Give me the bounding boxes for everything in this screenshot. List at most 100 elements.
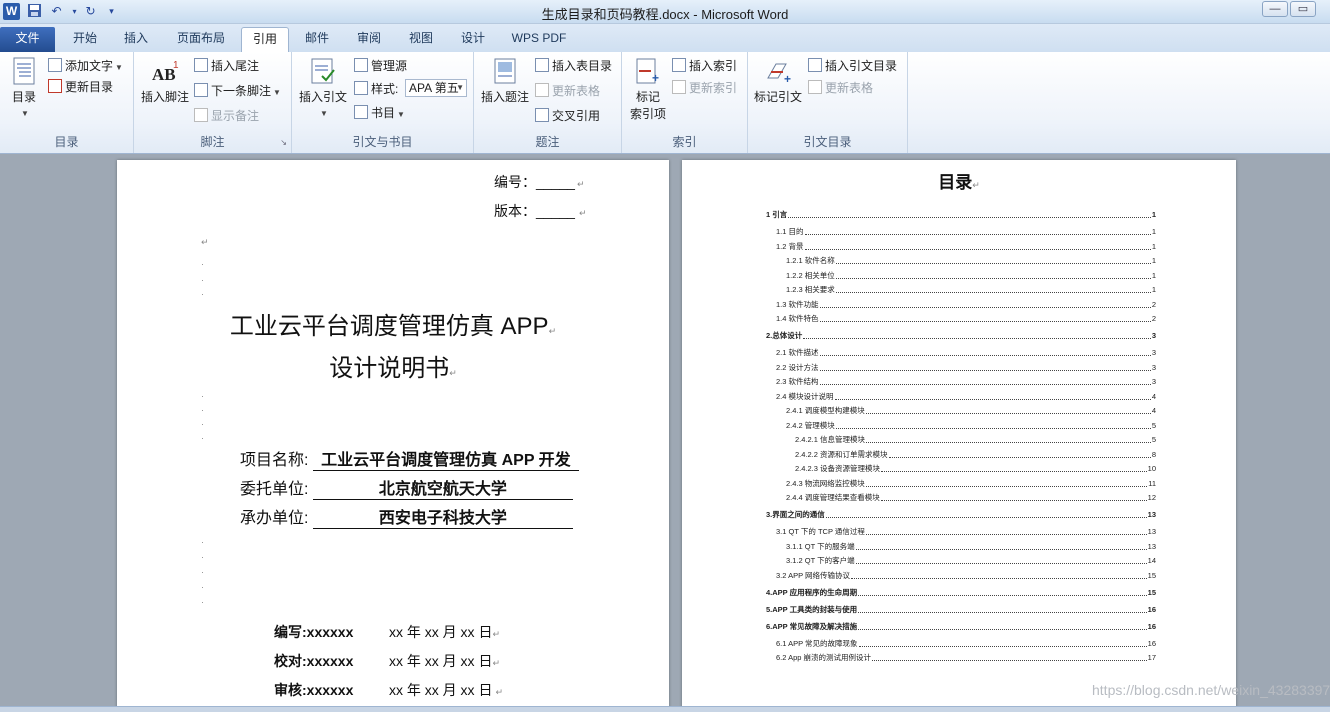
paragraph-mark: ↵ — [449, 368, 457, 378]
signoff-row-review[interactable]: 审核:xxxxxx xx 年 xx 月 xx 日 ↵ — [274, 680, 503, 700]
toc-entry[interactable]: 2.4.2.1 信息管理模块 5 — [795, 435, 1156, 445]
paragraph-mark: · — [201, 289, 204, 299]
tab-file[interactable]: 文件 — [0, 27, 55, 52]
insert-caption-button[interactable]: 插入题注 — [478, 56, 532, 105]
chevron-down-icon: ▼ — [320, 109, 328, 118]
insert-citation-button[interactable]: 插入引文 ▼ — [296, 56, 350, 119]
signoff-row-author[interactable]: 编写:xxxxxx xx 年 xx 月 xx 日↵ — [274, 622, 500, 642]
tab-mailings[interactable]: 邮件 — [294, 27, 340, 52]
toc-entry[interactable]: 2.3 软件结构 3 — [776, 377, 1156, 387]
toc-entry-page: 2 — [1151, 300, 1156, 309]
signoff-row-proofread[interactable]: 校对:xxxxxx xx 年 xx 月 xx 日↵ — [274, 651, 500, 671]
tab-design[interactable]: 设计 — [450, 27, 496, 52]
toc-entry[interactable]: 2.总体设计 3 — [766, 331, 1156, 341]
toc-entry[interactable]: 2.4.2.3 设备资源管理模块 10 — [795, 464, 1156, 474]
toc-entry[interactable]: 2.4.3 物流网络监控模块 11 — [786, 479, 1156, 489]
toc-entry-page: 13 — [1147, 527, 1156, 536]
next-footnote-button[interactable]: 下一条脚注 ▼ — [194, 81, 281, 101]
manage-sources-button[interactable]: 管理源 — [354, 56, 407, 76]
insert-table-of-figures-button[interactable]: 插入表目录 — [535, 56, 612, 76]
bibliography-button[interactable]: 书目 ▼ — [354, 103, 405, 123]
toc-entry[interactable]: 3.1.2 QT 下的客户端 14 — [786, 556, 1156, 566]
toc-entry[interactable]: 1 引言 1 — [766, 210, 1156, 220]
toc-entry[interactable]: 2.4 模块设计说明 4 — [776, 392, 1156, 402]
mark-citation-button[interactable]: + 标记引文 — [752, 56, 804, 105]
update-table-label: 更新表格 — [552, 84, 601, 98]
toc-entry[interactable]: 3.1.1 QT 下的服务端 13 — [786, 542, 1156, 552]
citation-style-select[interactable]: APA 第五 ▼ — [405, 79, 467, 97]
toc-entry-text: 6.2 App 崩溃的测试用例设计 — [776, 653, 872, 662]
toc-entry[interactable]: 6.APP 常见故障及解决措施 16 — [766, 622, 1156, 632]
minimize-button[interactable]: — — [1262, 1, 1288, 17]
tab-review[interactable]: 审阅 — [346, 27, 392, 52]
signoff-date-text: xx 年 xx 月 xx 日 — [389, 624, 493, 640]
toc-entry[interactable]: 1.2.2 相关单位 1 — [786, 271, 1156, 281]
group-label-authorities: 引文目录 — [803, 135, 852, 149]
document-version-field[interactable]: 版本：_____ ↵ — [494, 201, 586, 221]
contractor-row[interactable]: 承办单位: 西安电子科技大学 — [240, 504, 573, 529]
cross-reference-button[interactable]: 交叉引用 — [535, 106, 600, 126]
svg-text:+: + — [652, 71, 659, 85]
toc-entry[interactable]: 1.2.3 相关要求 1 — [786, 285, 1156, 295]
add-text-button[interactable]: 添加文字 ▼ — [48, 56, 123, 76]
toc-entry[interactable]: 2.4.2 管理模块 5 — [786, 421, 1156, 431]
update-index-button[interactable]: 更新索引 — [672, 78, 737, 98]
tab-references[interactable]: 引用 — [241, 27, 289, 53]
toc-entry[interactable]: 3.界面之间的通信 13 — [766, 510, 1156, 520]
toc-entry[interactable]: 3.2 APP 网络传输协议 15 — [776, 571, 1156, 581]
update-table-button[interactable]: 更新表格 — [535, 81, 600, 101]
document-area[interactable]: 编号：_____ ↵ 版本：_____ ↵ ↵ · · · 工业云平台调度管理仿真 … — [0, 154, 1330, 712]
toc-entry[interactable]: 3.1 QT 下的 TCP 通信过程 13 — [776, 527, 1156, 537]
tab-view[interactable]: 视图 — [398, 27, 444, 52]
toc-leader-dots — [804, 227, 1151, 235]
add-text-icon — [48, 58, 62, 72]
update-authorities-button[interactable]: 更新表格 — [808, 78, 873, 98]
toc-entry[interactable]: 2.4.1 调度模型构建模块 4 — [786, 406, 1156, 416]
toc-entry[interactable]: 1.2 背景 1 — [776, 242, 1156, 252]
toc-button[interactable]: 目录 ▼ — [6, 56, 42, 119]
insert-footnote-button[interactable]: AB 1 插入脚注 — [140, 56, 190, 105]
tab-home[interactable]: 开始 — [62, 27, 108, 52]
toc-entry[interactable]: 4.APP 应用程序的生命周期 15 — [766, 588, 1156, 598]
toc-entry[interactable]: 1.4 软件特色 2 — [776, 314, 1156, 324]
show-notes-button[interactable]: 显示备注 — [194, 106, 259, 126]
update-toc-label: 更新目录 — [65, 80, 114, 94]
toc-entry[interactable]: 1.3 软件功能 2 — [776, 300, 1156, 310]
project-name-row[interactable]: 项目名称: 工业云平台调度管理仿真 APP 开发 — [240, 446, 579, 471]
insert-authorities-button[interactable]: 插入引文目录 — [808, 56, 897, 76]
insert-index-button[interactable]: 插入索引 — [672, 56, 737, 76]
group-label-index: 索引 — [672, 135, 697, 149]
insert-endnote-button[interactable]: 插入尾注 — [194, 56, 259, 76]
dialog-launcher-icon[interactable]: ↘ — [280, 138, 287, 147]
group-citations: 插入引文 ▼ 管理源 样式: APA 第五 ▼ 书目 ▼ 引文与书目 — [292, 52, 474, 153]
toc-entry[interactable]: 2.4.4 调度管理结果查看模块 12 — [786, 493, 1156, 503]
toc-leader-dots — [872, 653, 1147, 661]
toc-entry[interactable]: 2.4.2.2 资源和订单需求模块 8 — [795, 450, 1156, 460]
tab-wps-pdf[interactable]: WPS PDF — [504, 27, 574, 52]
toc-entry[interactable]: 2.1 软件描述 3 — [776, 348, 1156, 358]
toc-leader-dots — [851, 571, 1147, 579]
group-toc: 目录 ▼ 添加文字 ▼ 更新目录 目录 — [0, 52, 134, 153]
page-table-of-contents[interactable]: 目录↵ 1 引言 1 1.1 目的 1 1.2 背景 1 1.2.1 软件名称 1 1.2.2 … — [682, 160, 1330, 712]
toc-entry-text: 2.4.1 调度模型构建模块 — [786, 406, 865, 415]
toc-entry[interactable]: 1.1 目的 1 — [776, 227, 1156, 237]
toc-entry[interactable]: 6.1 APP 常见的故障现象 16 — [776, 639, 1156, 649]
update-toc-button[interactable]: 更新目录 — [48, 77, 113, 97]
maximize-button[interactable]: ▭ — [1290, 1, 1316, 17]
client-row[interactable]: 委托单位: 北京航空航天大学 — [240, 475, 573, 500]
toc-entry[interactable]: 2.2 设计方法 3 — [776, 363, 1156, 373]
tab-insert[interactable]: 插入 — [113, 27, 159, 52]
toc-entry-text: 3.1.2 QT 下的客户端 — [786, 556, 855, 565]
toc-entry[interactable]: 1.2.1 软件名称 1 — [786, 256, 1156, 266]
mark-entry-button[interactable]: + 标记 索引项 — [626, 56, 670, 122]
toc-entry[interactable]: 6.2 App 崩溃的测试用例设计 17 — [776, 653, 1156, 663]
toc-entry[interactable]: 5.APP 工具类的封装与使用 16 — [766, 605, 1156, 615]
chevron-down-icon: ▼ — [273, 88, 281, 97]
page-cover[interactable]: 编号：_____ ↵ 版本：_____ ↵ ↵ · · · 工业云平台调度管理仿真 … — [117, 160, 669, 712]
tab-page-layout[interactable]: 页面布局 — [169, 27, 233, 52]
document-number-field[interactable]: 编号：_____ ↵ — [494, 172, 584, 192]
document-number-text: 编号：_____ — [494, 174, 575, 190]
toc-entry-page: 1 — [1151, 271, 1156, 280]
paragraph-mark: · — [201, 567, 204, 577]
toc-entry-text: 5.APP 工具类的封装与使用 — [766, 605, 858, 614]
